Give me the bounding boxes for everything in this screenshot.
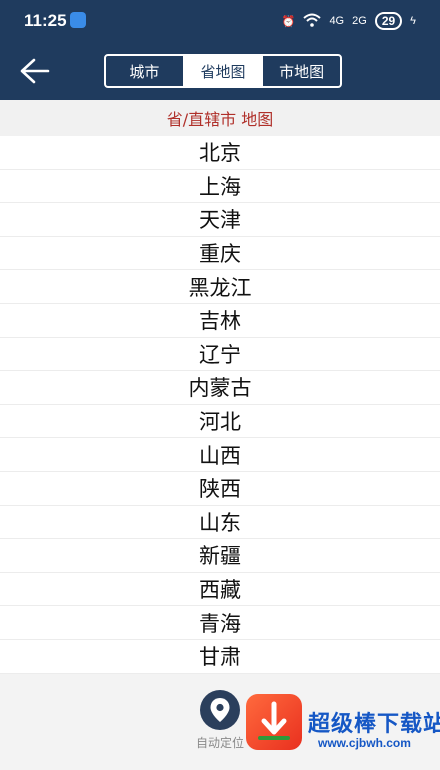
- auto-locate-button[interactable]: [200, 690, 240, 730]
- watermark-logo-icon: [246, 694, 302, 750]
- watermark-url: www.cjbwh.com: [318, 736, 411, 750]
- back-button[interactable]: [18, 56, 50, 86]
- battery-icon: 29: [374, 12, 403, 30]
- list-item[interactable]: 黑龙江: [0, 270, 440, 304]
- list-item[interactable]: 天津: [0, 203, 440, 237]
- wifi-icon: [303, 13, 322, 30]
- list-item[interactable]: 重庆: [0, 237, 440, 271]
- list-item[interactable]: 辽宁: [0, 338, 440, 372]
- tab-city[interactable]: 城市: [106, 56, 183, 86]
- status-icons: ⏰ 4G 2G 29 ϟ: [282, 12, 416, 30]
- status-time: 11:25: [24, 11, 67, 30]
- province-list: 北京 上海 天津 重庆 黑龙江 吉林 辽宁 内蒙古 河北 山西 陕西 山东 新疆…: [0, 136, 440, 674]
- list-item[interactable]: 西藏: [0, 573, 440, 607]
- list-item[interactable]: 河北: [0, 405, 440, 439]
- list-item[interactable]: 山西: [0, 438, 440, 472]
- section-title: 省/直辖市 地图: [0, 100, 440, 136]
- list-item[interactable]: 甘肃: [0, 640, 440, 674]
- status-bar: 11:25 ⏰ 4G 2G 29 ϟ: [0, 0, 440, 42]
- charging-icon: ϟ: [410, 15, 416, 27]
- tab-city-map[interactable]: 市地图: [261, 56, 340, 86]
- list-item[interactable]: 北京: [0, 136, 440, 170]
- watermark-title: 超级棒下载站: [308, 712, 440, 737]
- list-item[interactable]: 新疆: [0, 539, 440, 573]
- alarm-icon: ⏰: [281, 15, 296, 28]
- app-notification-icon: [70, 12, 86, 28]
- location-pin-icon: [210, 698, 230, 722]
- toolbar: 城市 省地图 市地图: [0, 42, 440, 100]
- signal-4g-icon: 4G: [329, 15, 345, 27]
- list-item[interactable]: 山东: [0, 506, 440, 540]
- list-item[interactable]: 内蒙古: [0, 371, 440, 405]
- list-item[interactable]: 陕西: [0, 472, 440, 506]
- list-item[interactable]: 上海: [0, 170, 440, 204]
- back-arrow-icon: [20, 58, 50, 84]
- signal-2g-icon: 2G: [352, 15, 367, 27]
- map-type-tabs: 城市 省地图 市地图: [104, 54, 342, 88]
- list-item[interactable]: 吉林: [0, 304, 440, 338]
- tab-province-map[interactable]: 省地图: [182, 56, 262, 86]
- list-item[interactable]: 青海: [0, 606, 440, 640]
